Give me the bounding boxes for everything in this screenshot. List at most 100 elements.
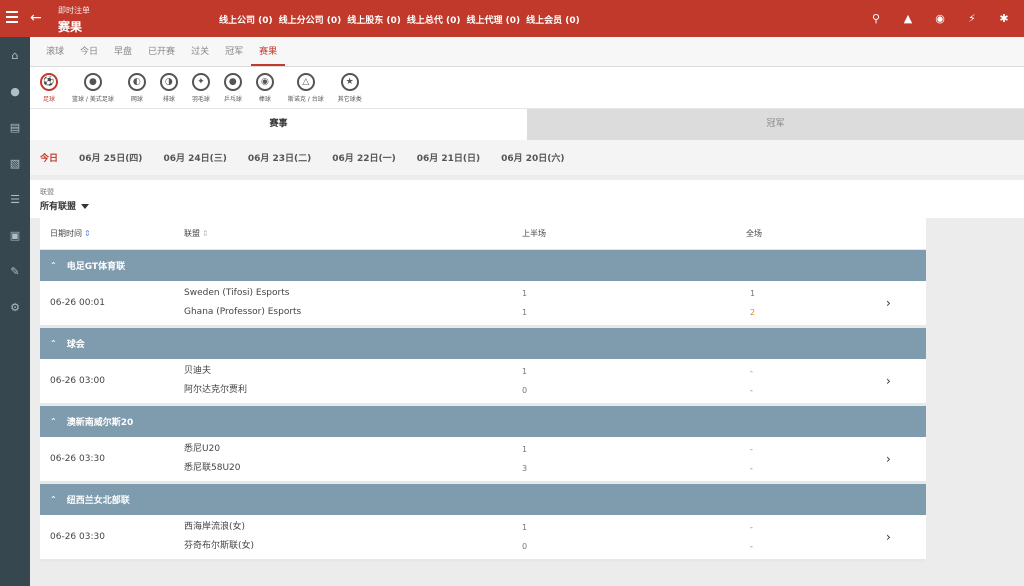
- tab-outright[interactable]: 冠军: [217, 37, 251, 66]
- report-icon[interactable]: ▤: [0, 109, 30, 145]
- match-row[interactable]: 06-26 03:30 悉尼U20 悉尼联58U20 1 3 - - ›: [40, 437, 926, 484]
- bell-icon[interactable]: ▲: [900, 10, 916, 26]
- stat-item: 线上公司 (0): [219, 16, 273, 26]
- home-team: 悉尼U20: [184, 444, 221, 454]
- segment-outright[interactable]: 冠军: [527, 109, 1024, 140]
- list-icon[interactable]: ☰: [0, 181, 30, 217]
- date-selector: 今日 06月 25日(四) 06月 24日(三) 06月 23日(二) 06月 …: [30, 140, 1024, 175]
- ft-score-home: -: [750, 445, 753, 454]
- back-arrow-icon[interactable]: ←: [30, 9, 42, 27]
- table-header: 日期时间 ⇕ 联盟 ⇕ 上半场 全场: [40, 217, 926, 250]
- sport-football[interactable]: ⚽ 足球: [40, 67, 58, 108]
- ht-score-home: 1: [522, 523, 528, 532]
- medal-icon: ★: [340, 73, 359, 91]
- home-icon[interactable]: ⌂: [0, 37, 30, 73]
- tab-early[interactable]: 早盘: [106, 37, 140, 66]
- match-time: 06-26 03:00: [50, 376, 105, 386]
- ft-score-home: -: [750, 523, 753, 532]
- sport-label: 网球: [130, 96, 143, 103]
- tab-parlay[interactable]: 过关: [183, 37, 217, 66]
- result-type-segment: 赛事 冠军: [30, 109, 1024, 140]
- note-icon[interactable]: ✎: [0, 253, 30, 289]
- league-header[interactable]: ⌃ 澳新南威尔斯20: [40, 406, 926, 437]
- col-datetime[interactable]: 日期时间 ⇕: [40, 228, 184, 239]
- chevron-up-icon: ⌃: [50, 495, 57, 504]
- ht-score-away: 0: [522, 386, 528, 395]
- col-halftime: 上半场: [522, 228, 546, 238]
- chat-icon[interactable]: ◉: [932, 10, 948, 26]
- sport-table-tennis[interactable]: ● 乒乓球: [223, 67, 242, 108]
- date-tab[interactable]: 06月 25日(四): [79, 151, 142, 164]
- sport-snooker[interactable]: △ 斯诺克 / 台球: [288, 67, 324, 108]
- match-row[interactable]: 06-26 03:00 贝迪夫 阿尔达克尔贾利 1 0 - - ›: [40, 359, 926, 406]
- chevron-right-icon[interactable]: ›: [886, 452, 926, 466]
- segment-events[interactable]: 赛事: [30, 109, 527, 140]
- results-table: 日期时间 ⇕ 联盟 ⇕ 上半场 全场 ⌃ 电足GT体育联 06-26 00:01 Sw…: [40, 217, 926, 562]
- league-header[interactable]: ⌃ 纽西兰女北部联: [40, 484, 926, 515]
- match-row[interactable]: 06-26 03:30 西海岸流浪(女) 芬奇布尔斯联(女) 1 0 - - ›: [40, 515, 926, 562]
- ht-score-away: 1: [522, 308, 528, 317]
- league-header[interactable]: ⌃ 球会: [40, 328, 926, 359]
- users-icon[interactable]: ●: [0, 73, 30, 109]
- sport-tennis[interactable]: ◐ 网球: [127, 67, 146, 108]
- col-league[interactable]: 联盟 ⇕: [184, 228, 522, 239]
- chart-icon[interactable]: ▧: [0, 145, 30, 181]
- date-tab[interactable]: 今日: [40, 151, 58, 164]
- sport-badminton[interactable]: ✦ 羽毛球: [191, 67, 210, 108]
- home-team: 贝迪夫: [184, 366, 212, 376]
- league-header[interactable]: ⌃ 电足GT体育联: [40, 250, 926, 281]
- ft-score-home: -: [750, 367, 753, 376]
- match-time: 06-26 00:01: [50, 298, 105, 308]
- ft-score-home: 1: [750, 289, 756, 298]
- search-icon[interactable]: ⚲: [868, 10, 884, 26]
- flash-icon[interactable]: ⚡: [964, 10, 980, 26]
- stat-item: 线上总代 (0): [406, 16, 461, 26]
- top-bar: ← 即时注单 赛果 线上公司 (0) 线上分公司 (0) 线上股东 (0) 线上…: [0, 0, 1024, 37]
- sport-label: 斯诺克 / 台球: [287, 96, 324, 103]
- sport-other[interactable]: ★ 其它球类: [338, 67, 362, 108]
- tab-started[interactable]: 已开赛: [140, 37, 183, 66]
- match-time: 06-26 03:30: [50, 454, 105, 464]
- sort-icon: ⇕: [202, 228, 209, 238]
- chevron-right-icon[interactable]: ›: [886, 530, 926, 544]
- gear-icon[interactable]: ⚙: [0, 289, 30, 325]
- tab-inplay[interactable]: 滚球: [38, 37, 72, 66]
- tab-today[interactable]: 今日: [72, 37, 106, 66]
- sport-baseball[interactable]: ◉ 棒球: [255, 67, 274, 108]
- stat-item: 线上代理 (0): [466, 16, 521, 26]
- date-tab[interactable]: 06月 22日(一): [332, 151, 395, 164]
- sport-volleyball[interactable]: ◑ 排球: [159, 67, 178, 108]
- away-team: Ghana (Professor) Esports: [184, 307, 302, 317]
- date-tab[interactable]: 06月 20日(六): [501, 151, 564, 164]
- page-subtitle: 即时注单: [58, 6, 90, 15]
- league-group: ⌃ 澳新南威尔斯20 06-26 03:30 悉尼U20 悉尼联58U20 1 3 -…: [40, 406, 926, 484]
- ft-score-away: 2: [750, 308, 756, 317]
- stat-item: 线上分公司 (0): [278, 16, 342, 26]
- basketball-icon: ●: [83, 73, 102, 91]
- sport-label: 其它球类: [337, 96, 362, 103]
- date-tab[interactable]: 06月 21日(日): [417, 151, 480, 164]
- sport-selector: ⚽ 足球 ● 篮球 / 美式足球 ◐ 网球 ◑ 排球 ✦ 羽毛球 ● 乒乓球 ◉…: [30, 67, 1024, 109]
- tennis-icon: ◐: [127, 73, 146, 91]
- match-row[interactable]: 06-26 00:01 Sweden (Tifosi) Esports Ghana…: [40, 281, 926, 328]
- settings-icon[interactable]: ✱: [996, 10, 1012, 26]
- league-filter[interactable]: 联盟 所有联盟: [30, 180, 1024, 218]
- filter-value[interactable]: 所有联盟: [40, 199, 1024, 212]
- sport-basketball[interactable]: ● 篮球 / 美式足球: [72, 67, 114, 108]
- chevron-right-icon[interactable]: ›: [886, 296, 926, 310]
- date-tab[interactable]: 06月 23日(二): [248, 151, 311, 164]
- menu-icon[interactable]: [6, 11, 18, 25]
- chevron-right-icon[interactable]: ›: [886, 374, 926, 388]
- ht-score-home: 1: [522, 445, 528, 454]
- tab-results[interactable]: 赛果: [251, 37, 286, 66]
- match-time: 06-26 03:30: [50, 532, 105, 542]
- sport-label: 篮球 / 美式足球: [72, 96, 114, 103]
- home-team: 西海岸流浪(女): [184, 522, 246, 532]
- main-content: 滚球 今日 早盘 已开赛 过关 冠军 赛果 ⚽ 足球 ● 篮球 / 美式足球 ◐…: [30, 37, 1024, 586]
- league-group: ⌃ 球会 06-26 03:00 贝迪夫 阿尔达克尔贾利 1 0 - - ›: [40, 328, 926, 406]
- sport-label: 乒乓球: [223, 96, 242, 103]
- clipboard-icon[interactable]: ▣: [0, 217, 30, 253]
- away-team: 芬奇布尔斯联(女): [184, 541, 255, 551]
- date-tab[interactable]: 06月 24日(三): [163, 151, 226, 164]
- col-fulltime: 全场: [746, 228, 762, 238]
